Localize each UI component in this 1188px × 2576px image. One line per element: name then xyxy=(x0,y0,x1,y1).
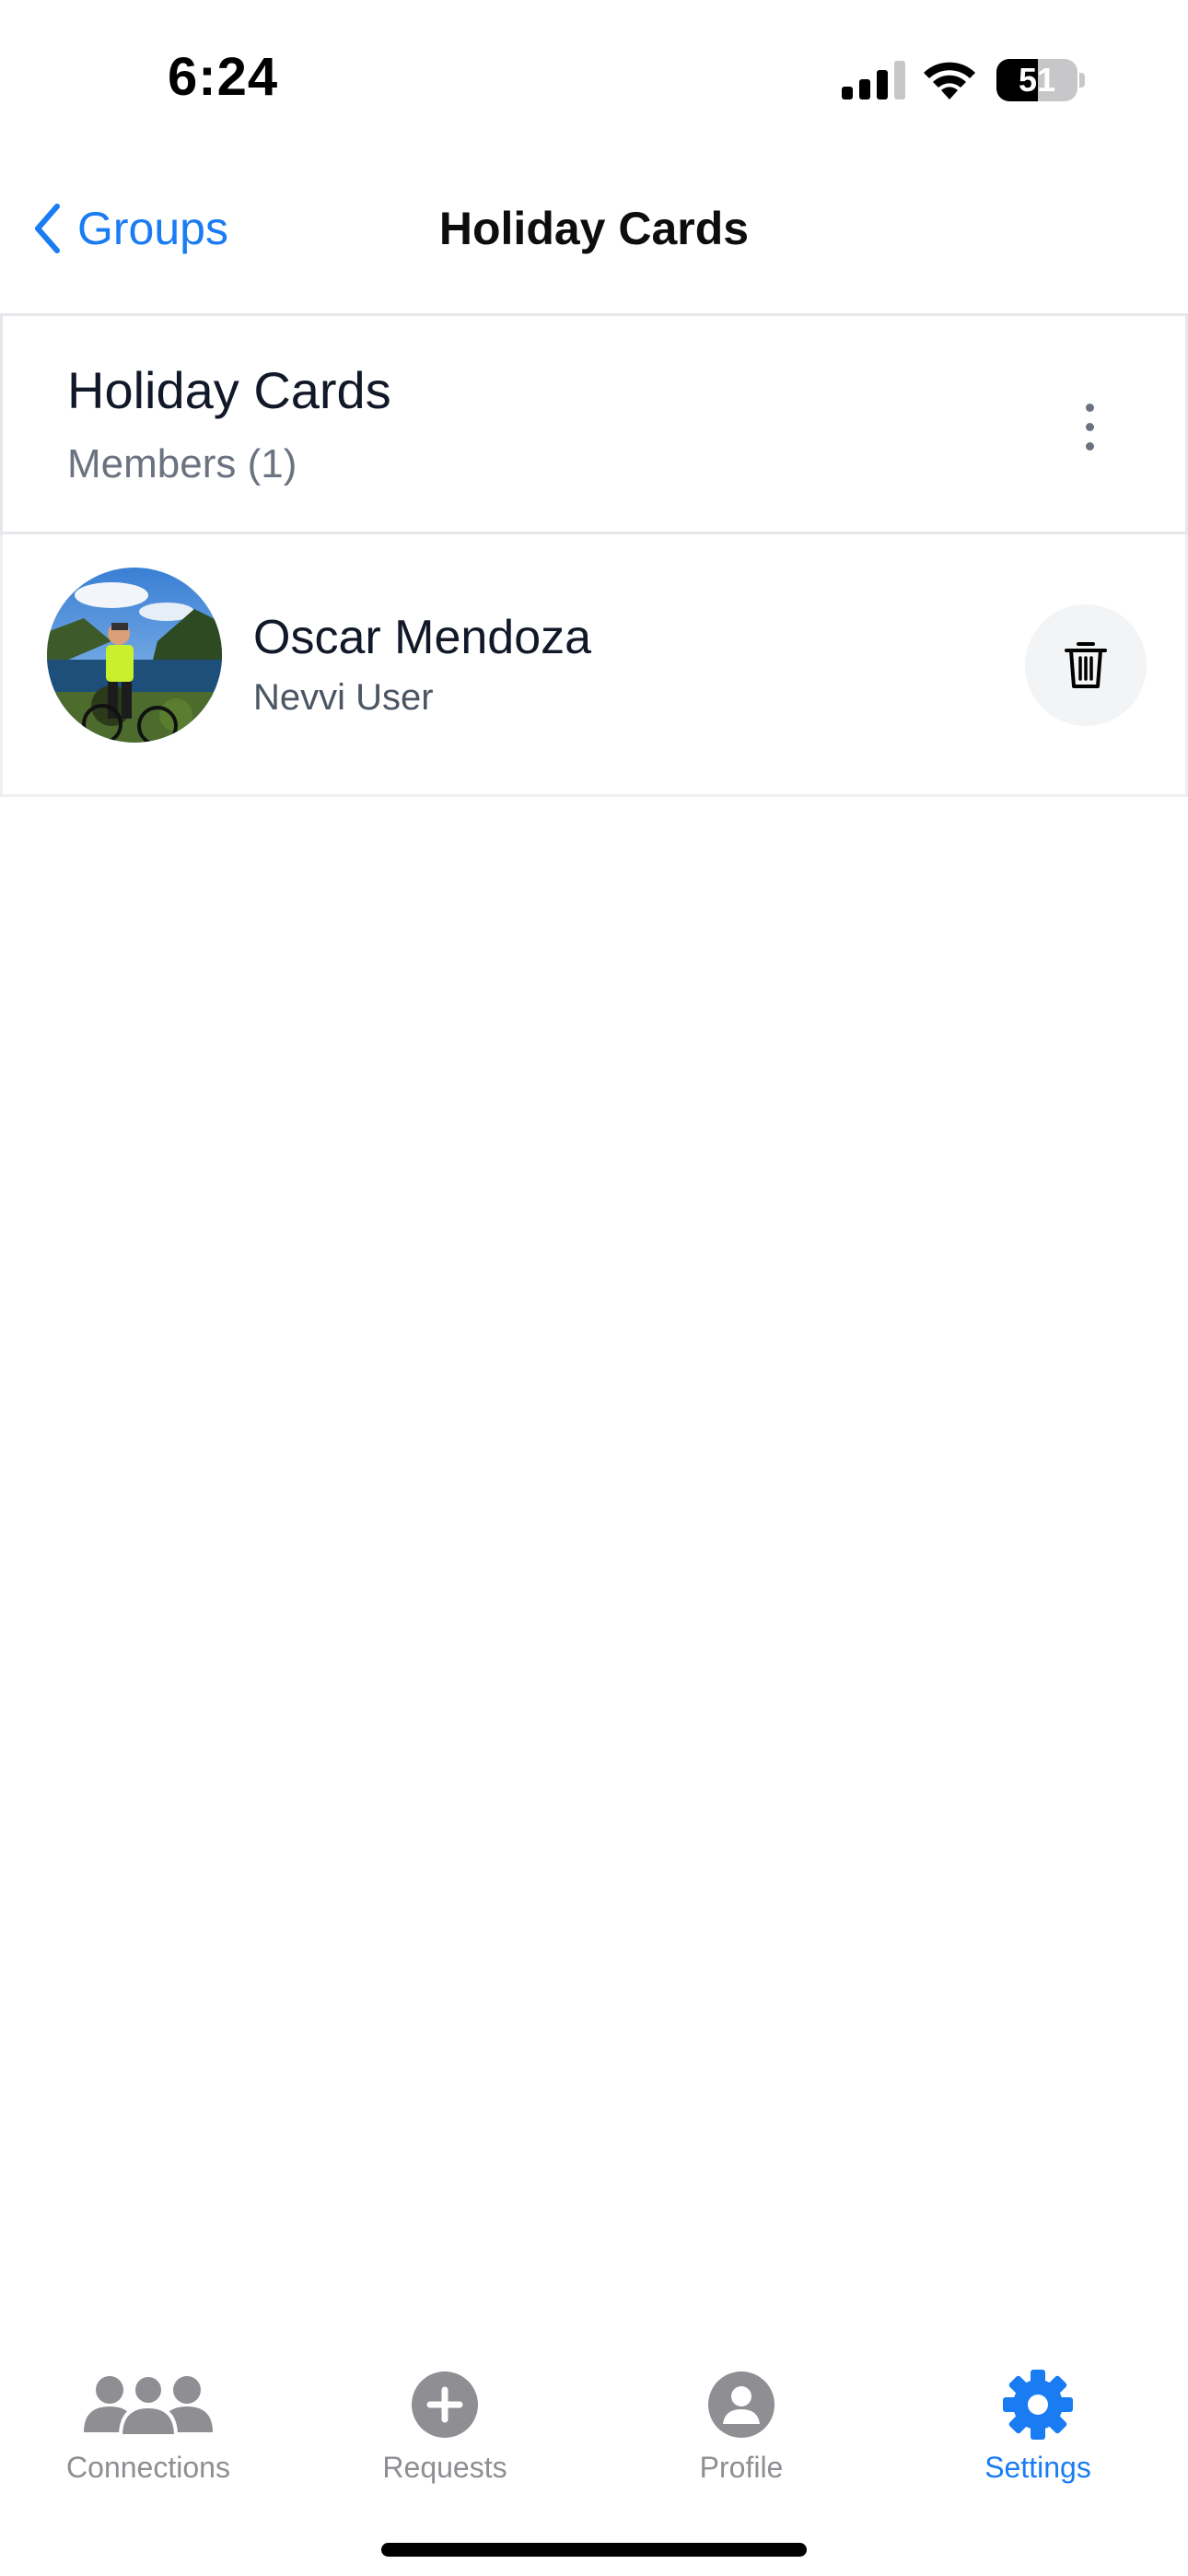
tab-label: Connections xyxy=(66,2451,230,2484)
trash-icon xyxy=(1065,642,1107,688)
tab-requests[interactable]: Requests xyxy=(297,2368,593,2506)
plus-circle-icon xyxy=(412,2371,478,2438)
cellular-signal-icon xyxy=(842,61,905,100)
tab-label: Settings xyxy=(984,2451,1091,2484)
back-button-label: Groups xyxy=(77,203,228,254)
people-icon xyxy=(84,2373,213,2438)
screen: 6:24 51 Holiday Cards Groups Holiday Car… xyxy=(0,0,1188,2576)
status-time: 6:24 xyxy=(168,47,279,107)
tab-label: Profile xyxy=(699,2451,784,2484)
tab-settings[interactable]: Settings xyxy=(890,2368,1186,2506)
battery-level: 51 xyxy=(1018,61,1056,99)
tab-connections[interactable]: Connections xyxy=(0,2368,297,2506)
tab-bar: Connections Requests Profile Settings xyxy=(0,2340,1188,2576)
more-options-button[interactable] xyxy=(1062,390,1117,463)
chevron-left-icon xyxy=(35,204,60,253)
battery-icon: 51 xyxy=(996,59,1085,101)
nav-bar: Holiday Cards Groups xyxy=(0,157,1188,313)
member-row[interactable]: Oscar Mendoza Nevvi User xyxy=(0,534,1188,797)
back-button[interactable]: Groups xyxy=(33,182,228,275)
person-circle-icon xyxy=(708,2371,775,2438)
delete-member-button[interactable] xyxy=(1025,604,1147,726)
member-name: Oscar Mendoza xyxy=(253,611,592,664)
home-indicator xyxy=(381,2543,807,2557)
group-title: Holiday Cards xyxy=(67,361,391,419)
tab-profile[interactable]: Profile xyxy=(593,2368,890,2506)
wifi-icon xyxy=(924,62,975,100)
tab-label: Requests xyxy=(382,2451,507,2484)
member-role: Nevvi User xyxy=(253,677,434,718)
gear-icon xyxy=(1003,2370,1073,2440)
avatar xyxy=(47,568,222,743)
group-members-count: Members (1) xyxy=(67,441,297,486)
group-header-card: Holiday Cards Members (1) xyxy=(0,313,1188,534)
more-vertical-icon xyxy=(1085,403,1094,412)
status-bar: 6:24 51 xyxy=(0,0,1188,157)
